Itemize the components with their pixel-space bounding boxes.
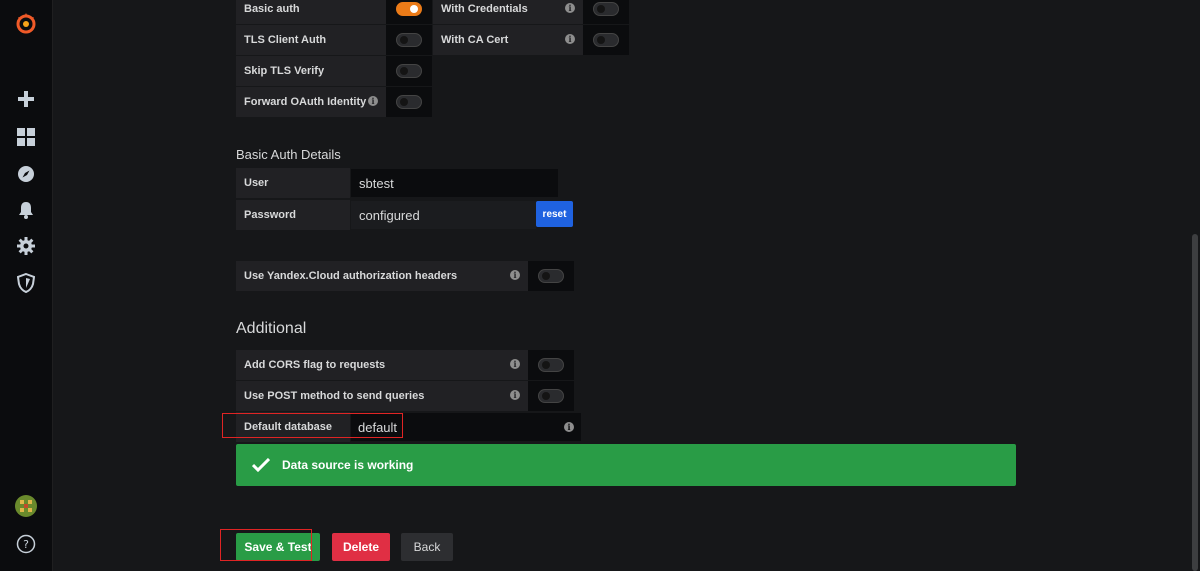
explore-icon[interactable] — [14, 162, 38, 186]
default-database-label: Default database — [236, 412, 350, 442]
back-button[interactable]: Back — [401, 533, 453, 561]
basic-auth-label: Basic auth — [236, 0, 386, 24]
skip-tls-verify-toggle[interactable] — [386, 56, 432, 86]
checkmark-icon — [252, 458, 270, 472]
info-icon[interactable]: i — [510, 270, 520, 280]
svg-text:?: ? — [23, 538, 29, 551]
info-icon[interactable]: i — [510, 390, 520, 400]
post-method-toggle[interactable] — [528, 381, 574, 411]
forward-oauth-toggle[interactable] — [386, 87, 432, 117]
default-database-text: Default database — [244, 421, 333, 433]
alerting-bell-icon[interactable] — [14, 198, 38, 222]
default-database-input[interactable]: default i — [351, 413, 581, 441]
info-icon[interactable]: i — [565, 3, 575, 13]
tls-client-auth-switch[interactable] — [396, 33, 422, 47]
dashboards-icon[interactable] — [14, 125, 38, 149]
tls-client-auth-label: TLS Client Auth — [236, 25, 386, 55]
grafana-logo-icon[interactable] — [14, 11, 38, 35]
cors-flag-label: Add CORS flag to requests i — [236, 350, 528, 380]
default-database-value: default — [358, 419, 398, 435]
configuration-gear-icon[interactable] — [14, 234, 38, 258]
with-credentials-text: With Credentials — [441, 3, 528, 15]
basic-auth-switch[interactable] — [396, 2, 422, 16]
post-method-text: Use POST method to send queries — [244, 390, 425, 402]
with-ca-cert-label: With CA Cert i — [433, 25, 583, 55]
yandex-auth-label: Use Yandex.Cloud authorization headers i — [236, 261, 528, 291]
with-ca-cert-switch[interactable] — [593, 33, 619, 47]
password-label: Password — [236, 200, 350, 230]
sidebar: ? — [0, 0, 53, 571]
info-icon[interactable]: i — [510, 359, 520, 369]
with-ca-cert-text: With CA Cert — [441, 34, 509, 46]
password-input[interactable]: configured — [351, 201, 536, 229]
yandex-auth-text: Use Yandex.Cloud authorization headers — [244, 270, 458, 282]
reset-button[interactable]: reset — [536, 201, 573, 227]
with-ca-cert-toggle[interactable] — [583, 25, 629, 55]
info-icon[interactable]: i — [368, 96, 378, 106]
password-label-text: Password — [244, 209, 296, 221]
forward-oauth-switch[interactable] — [396, 95, 422, 109]
info-icon[interactable]: i — [564, 422, 574, 432]
user-label: User — [236, 168, 350, 198]
plus-icon[interactable] — [14, 87, 38, 111]
help-icon[interactable]: ? — [14, 532, 38, 556]
post-method-label: Use POST method to send queries i — [236, 381, 528, 411]
basic-auth-details-title: Basic Auth Details — [236, 147, 341, 162]
tls-client-auth-toggle[interactable] — [386, 25, 432, 55]
skip-tls-verify-switch[interactable] — [396, 64, 422, 78]
forward-oauth-label: Forward OAuth Identity i — [236, 87, 386, 117]
user-avatar[interactable] — [14, 494, 38, 518]
cors-flag-switch[interactable] — [538, 358, 564, 372]
skip-tls-verify-label: Skip TLS Verify — [236, 56, 386, 86]
server-admin-shield-icon[interactable] — [14, 271, 38, 295]
delete-button[interactable]: Delete — [332, 533, 390, 561]
with-credentials-switch[interactable] — [593, 2, 619, 16]
basic-auth-toggle[interactable] — [386, 0, 432, 24]
status-alert: Data source is working — [236, 444, 1016, 486]
skip-tls-verify-text: Skip TLS Verify — [244, 65, 325, 77]
user-input[interactable]: sbtest — [351, 169, 558, 197]
forward-oauth-text: Forward OAuth Identity — [244, 96, 367, 108]
additional-title: Additional — [236, 320, 307, 337]
user-label-text: User — [244, 177, 269, 189]
cors-flag-toggle[interactable] — [528, 350, 574, 380]
yandex-auth-switch[interactable] — [538, 269, 564, 283]
save-test-button[interactable]: Save & Test — [236, 533, 320, 561]
with-credentials-label: With Credentials i — [433, 0, 583, 24]
basic-auth-text: Basic auth — [244, 3, 300, 15]
scrollbar[interactable] — [1192, 234, 1198, 571]
yandex-auth-toggle[interactable] — [528, 261, 574, 291]
post-method-switch[interactable] — [538, 389, 564, 403]
status-message: Data source is working — [282, 458, 414, 472]
tls-client-auth-text: TLS Client Auth — [244, 34, 327, 46]
with-credentials-toggle[interactable] — [583, 0, 629, 24]
cors-flag-text: Add CORS flag to requests — [244, 359, 386, 371]
main-content: Basic auth With Credentials i TLS Client… — [53, 0, 1200, 571]
info-icon[interactable]: i — [565, 34, 575, 44]
